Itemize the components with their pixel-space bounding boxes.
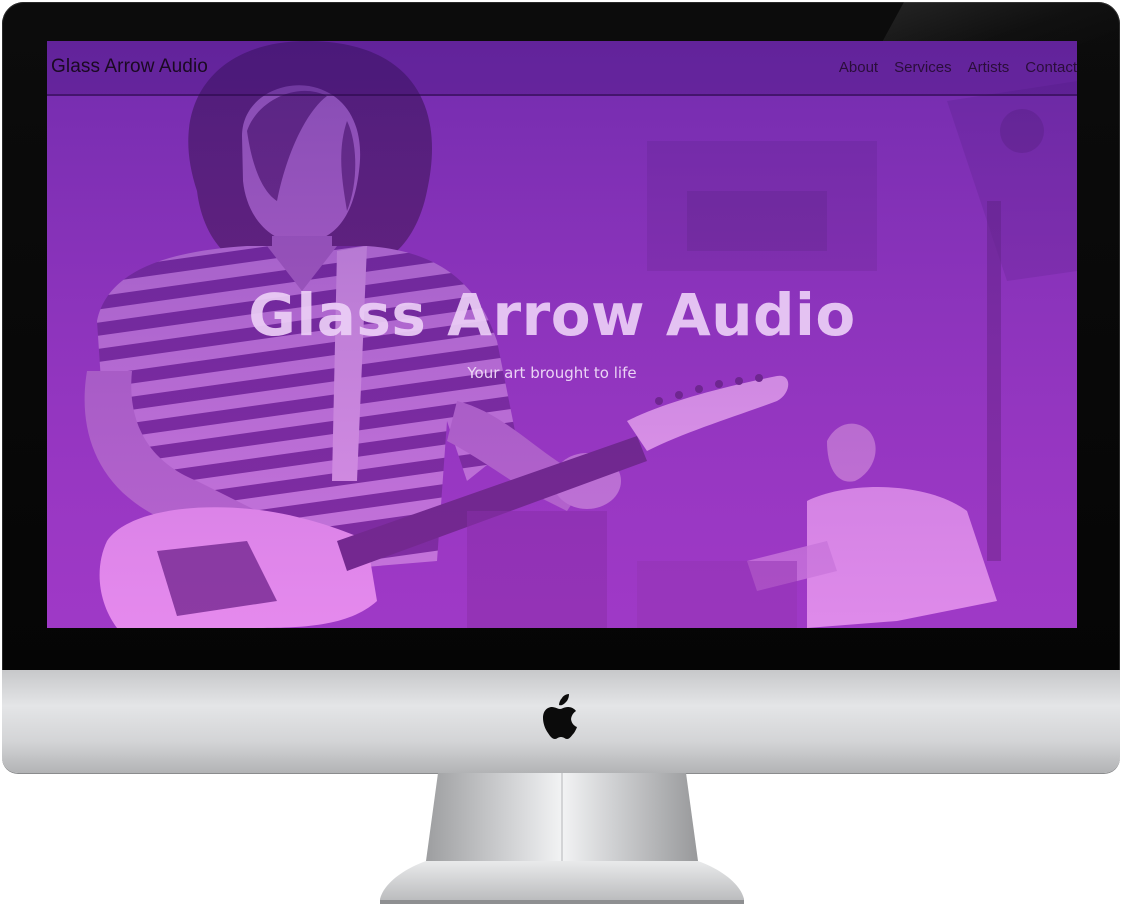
- bezel-reflection: [880, 2, 1120, 46]
- nav-link-contact[interactable]: Contact: [1025, 59, 1077, 76]
- hero-title: Glass Arrow Audio: [248, 281, 856, 349]
- nav-link-artists[interactable]: Artists: [968, 59, 1010, 76]
- nav-links: About Services Artists Contact: [839, 59, 1077, 76]
- monitor-stand: [380, 773, 744, 904]
- nav-link-services[interactable]: Services: [894, 59, 952, 76]
- site-brand-link[interactable]: Glass Arrow Audio: [51, 56, 208, 78]
- website-screen: Glass Arrow Audio About Services Artists…: [47, 41, 1077, 628]
- apple-logo-icon: [543, 694, 577, 739]
- nav-link-about[interactable]: About: [839, 59, 878, 76]
- imac-monitor: Glass Arrow Audio About Services Artists…: [0, 0, 1122, 904]
- hero-subtitle: Your art brought to life: [467, 364, 637, 382]
- site-navbar: Glass Arrow Audio About Services Artists…: [47, 41, 1077, 96]
